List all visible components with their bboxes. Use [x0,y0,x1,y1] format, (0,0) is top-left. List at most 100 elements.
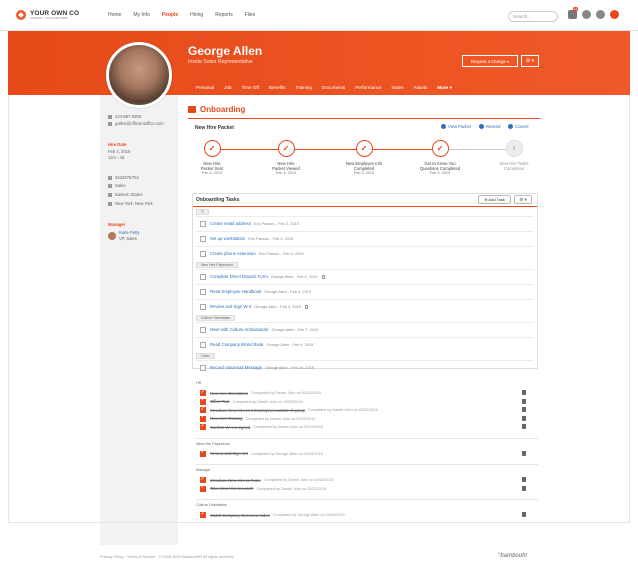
trash-icon[interactable] [522,407,526,412]
user-menu-icon[interactable] [610,10,619,19]
onboarding-icon [188,106,196,113]
task-checkbox[interactable] [200,235,206,242]
sidebar-division: Eastern States [108,192,142,197]
company-logo[interactable]: YOUR OWN CO COMPANY · LOGO GOES HERE [16,10,94,20]
task-name[interactable]: Meet with Culture Ambassador [210,327,269,332]
resend-button[interactable]: Resend [478,124,500,129]
task-checkbox[interactable] [200,273,206,280]
trash-icon[interactable] [522,485,526,491]
checked-checkbox[interactable] [200,389,206,396]
profile-settings-button[interactable]: ⚙ ▾ [521,55,539,67]
attachment-icon[interactable] [304,304,308,309]
task-meta: George Allen - Feb 4, 2019 [270,274,318,279]
packet-label: New Hire Packet [195,125,234,131]
task-name[interactable]: Read Company Brand Book [210,342,264,347]
nav-home[interactable]: Home [108,12,121,18]
task-checkbox[interactable] [200,220,206,227]
nav-my-info[interactable]: My Info [133,12,149,18]
search-input[interactable]: Search... [508,11,558,22]
manager-avatar[interactable] [108,232,116,240]
trash-icon[interactable] [522,390,526,395]
tab-time-off[interactable]: Time Off [242,85,269,95]
cancel-button[interactable]: Cancel [508,124,528,129]
tab-more[interactable]: More ▾ [437,85,462,95]
task-name[interactable]: Read Employee Handbook [210,289,261,294]
sidebar-email[interactable]: gallen@efficientoffice.com [108,121,164,126]
checked-checkbox[interactable] [200,449,206,457]
checked-checkbox[interactable] [200,476,206,483]
tab-personal[interactable]: Personal [196,85,224,95]
section-divider [196,437,538,439]
tasks-settings-button[interactable]: ⚙ ▾ [514,195,532,204]
step-check-icon: ✓ [431,140,449,157]
task-name[interactable]: Create phone extension [210,251,256,256]
completed-task-name: Confirm W-4 is signed [210,424,251,430]
task-name[interactable]: Set up workstation [210,236,245,241]
completed-task-row: New Hire OrientationCompleted by Daniel … [200,389,534,397]
inbox-icon[interactable]: 12 [568,7,579,19]
checked-checkbox[interactable] [200,414,206,422]
checked-checkbox[interactable] [200,397,206,405]
tab-benefits[interactable]: Benefits [269,85,296,95]
top-icons: 12 [568,7,619,19]
tenure: 11m - 4d [108,155,125,160]
task-checkbox[interactable] [200,341,206,348]
trash-icon[interactable] [522,450,526,456]
checked-checkbox[interactable] [200,406,206,413]
task-checkbox[interactable] [200,364,206,371]
trash-icon[interactable] [522,415,526,421]
trash-icon[interactable] [522,424,526,429]
hire-date-label: Hire Date [108,142,127,147]
attachment-icon[interactable] [321,274,325,279]
profile-tabs: Personal Job Time Off Benefits Training … [196,85,462,95]
task-name[interactable]: Create email address [210,221,251,226]
tab-performance[interactable]: Performance [355,85,391,95]
trash-icon[interactable] [522,512,526,517]
section-divider [196,499,538,500]
nav-files[interactable]: Files [245,12,256,18]
add-task-button[interactable]: ⊕ Add Task [478,195,511,204]
completed-task-meta: Completed by Daniel John on 02/22/2019 [251,391,321,395]
step-check-icon: ✓ [203,140,221,157]
nav-people[interactable]: People [162,12,178,18]
checked-checkbox[interactable] [200,484,206,492]
request-change-button[interactable]: Request a Change ▾ [462,55,518,67]
task-name[interactable]: Complete Direct Deposit Form [210,274,268,279]
tab-documents[interactable]: Documents [322,85,355,95]
checked-checkbox[interactable] [200,423,206,430]
task-name[interactable]: Record Voicemail Message [210,365,262,370]
settings-gear-icon[interactable] [596,10,605,19]
nav-hiring[interactable]: Hiring [190,12,203,18]
footer-divider [8,522,630,523]
help-icon[interactable] [582,10,591,19]
checked-checkbox[interactable] [200,511,206,518]
task-row: Set up workstation Eric Paxson - Feb 3, 2… [196,231,534,245]
task-checkbox[interactable] [200,250,206,257]
manager-title: VP, Sales [119,236,137,241]
trash-icon[interactable] [522,477,526,482]
task-checkbox[interactable] [200,303,206,310]
view-packet-button[interactable]: View Packet [441,124,471,129]
task-meta: George Allen - Feb 7, 2019 [271,327,319,332]
task-meta: George Allen - Feb 4, 2019 [264,289,312,294]
nav-reports[interactable]: Reports [215,12,233,18]
tab-job[interactable]: Job [224,85,241,95]
tab-notes[interactable]: Notes [392,85,414,95]
employee-avatar [106,42,172,108]
sidebar-location: New York, New York [108,201,153,206]
task-checkbox[interactable] [200,288,206,295]
completed-section-label: Culture Orientation [196,503,227,507]
completed-task-name: New Hire Orientation [210,390,248,396]
completed-task-meta: Completed by Daniel John on 02/22/2019 [245,416,316,421]
task-checkbox[interactable] [200,326,206,333]
tab-training[interactable]: Training [296,85,322,95]
task-row: Read Employee Handbook George Allen - Feb… [196,284,534,298]
eye-icon [441,124,446,129]
trash-icon[interactable] [522,398,526,404]
task-row: Create phone extension Eric Paxson - Feb … [196,246,534,260]
manager-name[interactable]: Karle Petty [119,230,139,235]
profile-sidebar [100,95,178,545]
task-name[interactable]: Review and Sign W-4 [210,304,251,309]
completed-task-meta: Completed by Daniel John on 02/22/2019 [263,478,334,482]
tab-assets[interactable]: Assets [414,85,438,95]
